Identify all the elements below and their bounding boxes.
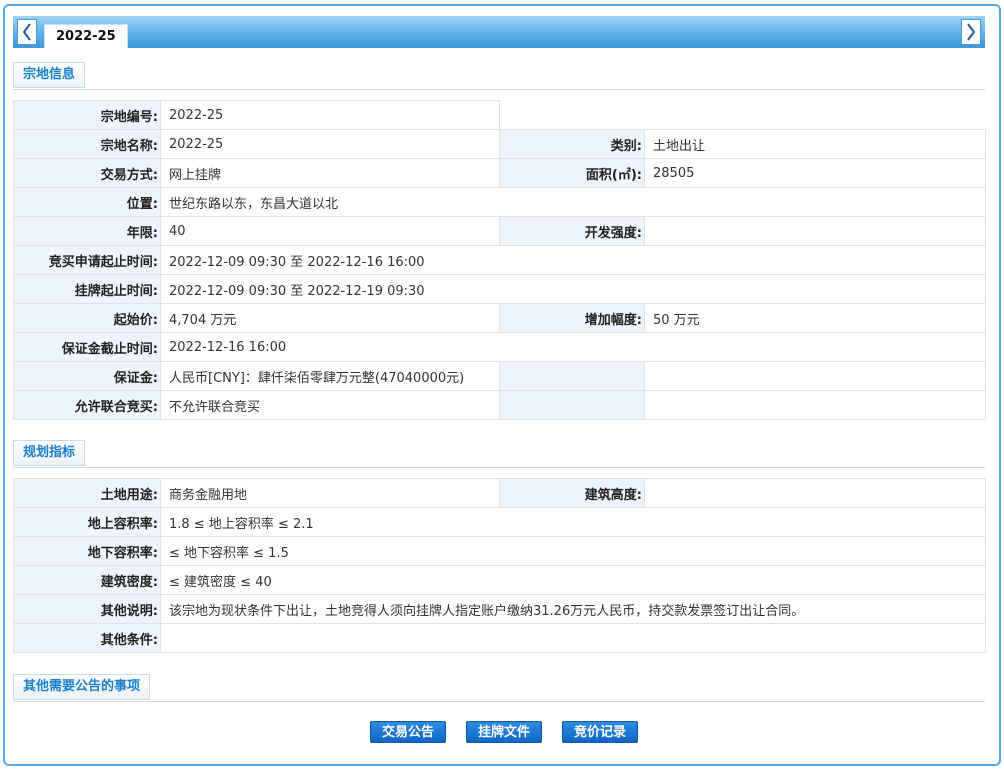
land-use-label: 土地用途: [13,478,161,508]
intensity-label: 开发强度: [499,216,645,246]
far-above-value: 1.8 ≤ 地上容积率 ≤ 2.1 [160,507,986,537]
action-bar: 交易公告 挂牌文件 竞价记录 [0,721,1004,743]
term-value: 40 [160,216,500,246]
announcement-button[interactable]: 交易公告 [369,721,446,743]
basic-info-table: 宗地编号: 2022-25 宗地名称: 2022-25 类别: 土地出让 交易方… [13,100,986,420]
joint-bid-value: 不允许联合竞买 [160,390,500,420]
table-row: 年限: 40 开发强度: [13,216,986,246]
section-divider [13,701,985,702]
table-row: 挂牌起止时间: 2022-12-09 09:30 至 2022-12-19 09… [13,274,986,304]
method-value: 网上挂牌 [160,158,500,188]
location-value: 世纪东路以东，东昌大道以北 [160,187,986,217]
table-row: 保证金: 人民币[CNY]：肆仟柒佰零肆万元整(47040000元) [13,361,986,391]
table-row: 保证金截止时间: 2022-12-16 16:00 [13,332,986,362]
notes-value: 该宗地为现状条件下出让，土地竞得人须向挂牌人指定账户缴纳31.26万元人民币，持… [160,594,986,624]
area-value: 28505 [644,158,986,188]
other-conditions-value [160,623,986,653]
increment-value: 50 万元 [644,303,986,333]
far-below-label: 地下容积率: [13,536,161,566]
area-label: 面积(㎡): [499,158,645,188]
bid-apply-value: 2022-12-09 09:30 至 2022-12-16 16:00 [160,245,986,275]
table-row: 其他说明: 该宗地为现状条件下出让，土地竞得人须向挂牌人指定账户缴纳31.26万… [13,594,986,624]
building-height-value [644,478,986,508]
table-row: 宗地编号: 2022-25 [13,100,986,130]
table-row: 地下容积率: ≤ 地下容积率 ≤ 1.5 [13,536,986,566]
table-row: 其他条件: [13,623,986,653]
section-title-planning: 规划指标 [13,440,86,466]
parcel-no-label: 宗地编号: [13,100,161,130]
table-row: 交易方式: 网上挂牌 面积(㎡): 28505 [13,158,986,188]
other-conditions-label: 其他条件: [13,623,161,653]
deposit-label: 保证金: [13,361,161,391]
table-row: 地上容积率: 1.8 ≤ 地上容积率 ≤ 2.1 [13,507,986,537]
parcel-name-label: 宗地名称: [13,129,161,159]
table-row: 允许联合竞买: 不允许联合竞买 [13,390,986,420]
term-label: 年限: [13,216,161,246]
land-use-value: 商务金融用地 [160,478,500,508]
table-row: 建筑密度: ≤ 建筑密度 ≤ 40 [13,565,986,595]
table-row: 土地用途: 商务金融用地 建筑高度: [13,478,986,508]
chevron-right-icon[interactable] [961,19,981,45]
deposit-deadline-value: 2022-12-16 16:00 [160,332,986,362]
deposit-value: 人民币[CNY]：肆仟柒佰零肆万元整(47040000元) [160,361,500,391]
joint-bid-label: 允许联合竞买: [13,390,161,420]
category-label: 类别: [499,129,645,159]
far-above-label: 地上容积率: [13,507,161,537]
increment-label: 增加幅度: [499,303,645,333]
density-value: ≤ 建筑密度 ≤ 40 [160,565,986,595]
tab-parcel[interactable]: 2022-25 [44,24,128,48]
density-label: 建筑密度: [13,565,161,595]
bid-apply-label: 竞买申请起止时间: [13,245,161,275]
start-price-label: 起始价: [13,303,161,333]
bid-records-button[interactable]: 竞价记录 [562,721,639,743]
table-row: 起始价: 4,704 万元 增加幅度: 50 万元 [13,303,986,333]
chevron-left-icon[interactable] [17,19,37,45]
notes-label: 其他说明: [13,594,161,624]
method-label: 交易方式: [13,158,161,188]
listing-docs-button[interactable]: 挂牌文件 [465,721,542,743]
parcel-name-value: 2022-25 [160,129,500,159]
table-row: 宗地名称: 2022-25 类别: 土地出让 [13,129,986,159]
start-price-value: 4,704 万元 [160,303,500,333]
section-title-other: 其他需要公告的事项 [13,674,151,700]
parcel-no-value: 2022-25 [160,100,500,130]
building-height-label: 建筑高度: [499,478,645,508]
deposit-deadline-label: 保证金截止时间: [13,332,161,362]
table-row: 竞买申请起止时间: 2022-12-09 09:30 至 2022-12-16 … [13,245,986,275]
listing-period-value: 2022-12-09 09:30 至 2022-12-19 09:30 [160,274,986,304]
planning-table: 土地用途: 商务金融用地 建筑高度: 地上容积率: 1.8 ≤ 地上容积率 ≤ … [13,478,986,653]
table-row: 位置: 世纪东路以东，东昌大道以北 [13,187,986,217]
section-title-basic: 宗地信息 [13,62,86,88]
section-divider [13,89,985,90]
far-below-value: ≤ 地下容积率 ≤ 1.5 [160,536,986,566]
listing-period-label: 挂牌起止时间: [13,274,161,304]
tab-bar: 2022-25 [13,16,985,48]
category-value: 土地出让 [644,129,986,159]
intensity-value [644,216,986,246]
location-label: 位置: [13,187,161,217]
section-divider [13,467,985,468]
